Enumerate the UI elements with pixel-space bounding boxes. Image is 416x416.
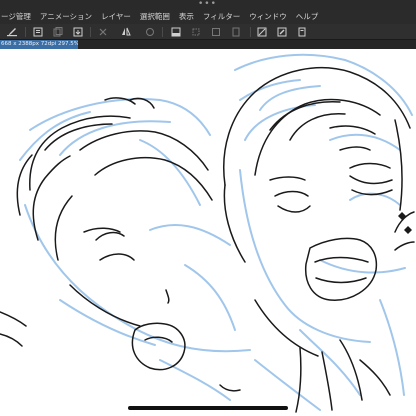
menu-page-management[interactable]: ージ管理 [0,10,36,24]
more-dots-icon[interactable]: ••• [198,0,217,9]
menu-filter[interactable]: フィルター [199,10,245,24]
menu-window[interactable]: ウィンドウ [245,10,292,24]
edit-icon[interactable] [276,26,288,38]
menu-bar: ージ管理 アニメーション レイヤー 選択範囲 表示 フィルター ウィンドウ ヘル… [0,10,416,24]
window-drag-handle[interactable]: ••• [0,0,416,10]
brush-icon[interactable] [6,26,18,38]
layer-export-icon[interactable] [72,26,84,38]
menu-view[interactable]: 表示 [175,10,199,24]
layer-new-icon[interactable] [32,26,44,38]
layer-copy-icon[interactable] [52,26,64,38]
menu-help[interactable]: ヘルプ [292,10,324,24]
menu-animation[interactable]: アニメーション [36,10,97,24]
document-info-label: 668 x 2388px 72dpi 297.5% [1,41,79,47]
ruler-icon[interactable] [256,26,268,38]
document-tab[interactable]: 668 x 2388px 72dpi 297.5% [0,40,79,49]
sketch-artwork [0,53,415,413]
select-icon[interactable] [210,26,222,38]
fill-icon[interactable] [170,26,182,38]
rotate-icon[interactable] [144,26,156,38]
blue-rough-sketch [19,53,413,411]
document-tab-strip [78,40,416,49]
menu-layer[interactable]: レイヤー [97,10,136,24]
home-indicator[interactable] [128,406,288,410]
menu-selection[interactable]: 選択範囲 [136,10,175,24]
ink-lineart [0,67,415,413]
transform-icon[interactable] [190,26,202,38]
drawing-canvas[interactable] [0,49,416,416]
command-bar [0,24,416,40]
flip-horizontal-icon[interactable] [120,26,132,38]
clear-icon[interactable] [97,26,109,38]
page-icon[interactable] [296,26,308,38]
outline-icon[interactable] [230,26,242,38]
